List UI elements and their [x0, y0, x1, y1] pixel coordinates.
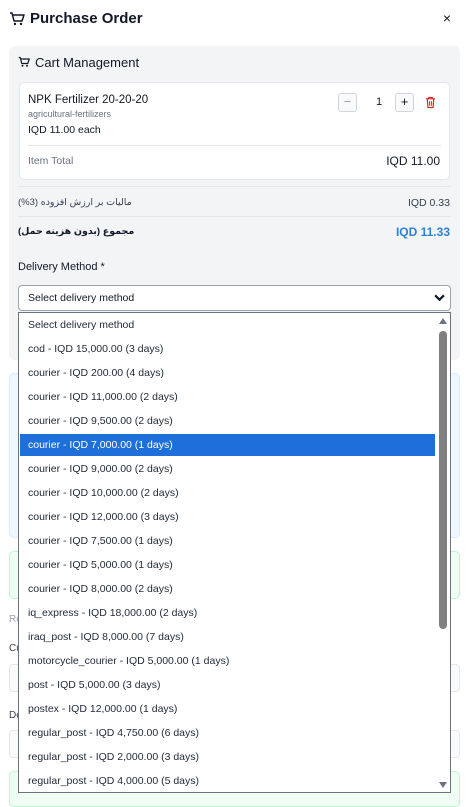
item-unit-price: IQD 11.00 each: [28, 124, 101, 136]
chevron-down-icon: [434, 294, 445, 302]
scroll-down-arrow-icon[interactable]: [439, 782, 447, 788]
delivery-option[interactable]: courier - IQD 12,000.00 (3 days): [20, 506, 435, 528]
delivery-option[interactable]: regular_post - IQD 4,750.00 (6 days): [20, 722, 435, 744]
cart-icon: [18, 56, 30, 67]
delivery-option[interactable]: courier - IQD 7,500.00 (1 days): [20, 530, 435, 552]
delivery-option[interactable]: post - IQD 5,000.00 (3 days): [20, 674, 435, 696]
tax-value: IQD 0.33: [407, 197, 450, 209]
delivery-option[interactable]: regular_post - IQD 4,000.00 (5 days): [20, 770, 435, 792]
trash-icon[interactable]: [425, 96, 436, 109]
delivery-option[interactable]: iq_express - IQD 18,000.00 (2 days): [20, 602, 435, 624]
subtotal-label: مجموع (بدون هزینه حمل): [18, 226, 135, 237]
subtotal-value: IQD 11.33: [395, 225, 450, 239]
delivery-option[interactable]: courier - IQD 200.00 (4 days): [20, 362, 435, 384]
tax-label: مالیات بر ارزش افزوده (3%): [18, 197, 132, 208]
delivery-method-dropdown[interactable]: Select delivery method cod - IQD 15,000.0…: [18, 312, 451, 793]
close-button[interactable]: ×: [443, 10, 451, 26]
delivery-option[interactable]: courier - IQD 11,000.00 (2 days): [20, 386, 435, 408]
delivery-option[interactable]: iraq_post - IQD 8,000.00 (7 days): [20, 626, 435, 648]
delivery-method-value: Select delivery method: [28, 292, 135, 304]
delivery-option[interactable]: cod - IQD 15,000.00 (3 days): [20, 338, 435, 360]
delivery-option[interactable]: courier - IQD 10,000.00 (2 days): [20, 482, 435, 504]
quantity-value: 1: [376, 96, 383, 108]
dialog-title: Purchase Order: [30, 10, 143, 27]
delivery-method-label: Delivery Method *: [18, 261, 105, 273]
cart-item: NPK Fertilizer 20-20-20 agricultural-fer…: [19, 82, 450, 180]
delivery-option[interactable]: courier - IQD 8,000.00 (2 days): [20, 578, 435, 600]
item-name: NPK Fertilizer 20-20-20: [28, 94, 149, 106]
item-total-label: Item Total: [28, 155, 74, 167]
scroll-up-arrow-icon[interactable]: [439, 318, 447, 324]
cart-icon: [10, 12, 25, 26]
dialog-header: Purchase Order ×: [0, 0, 473, 40]
delivery-option[interactable]: courier - IQD 9,000.00 (2 days): [20, 458, 435, 480]
delivery-option[interactable]: motorcycle_courier - IQD 5,000.00 (1 day…: [20, 650, 435, 672]
section-title-text: Cart Management: [35, 55, 140, 70]
scrollbar-thumb[interactable]: [439, 331, 447, 629]
delivery-option[interactable]: courier - IQD 9,500.00 (2 days): [20, 410, 435, 432]
decrease-quantity-button[interactable]: −: [338, 93, 357, 112]
item-category: agricultural-fertilizers: [28, 109, 112, 119]
item-total-value: IQD 11.00: [386, 154, 440, 168]
delivery-method-select[interactable]: Select delivery method: [18, 285, 451, 311]
delivery-option[interactable]: postex - IQD 12,000.00 (1 days): [20, 698, 435, 720]
delivery-option[interactable]: Select delivery method: [20, 314, 435, 336]
divider: [28, 145, 441, 146]
delivery-option[interactable]: courier - IQD 5,000.00 (1 days): [20, 554, 435, 576]
divider: [18, 186, 451, 187]
delivery-option[interactable]: regular_post - IQD 2,000.00 (3 days): [20, 746, 435, 768]
increase-quantity-button[interactable]: +: [395, 93, 414, 112]
delivery-option[interactable]: courier - IQD 7,000.00 (1 days): [20, 434, 435, 456]
scrollbar[interactable]: [436, 313, 450, 792]
divider: [18, 216, 451, 217]
